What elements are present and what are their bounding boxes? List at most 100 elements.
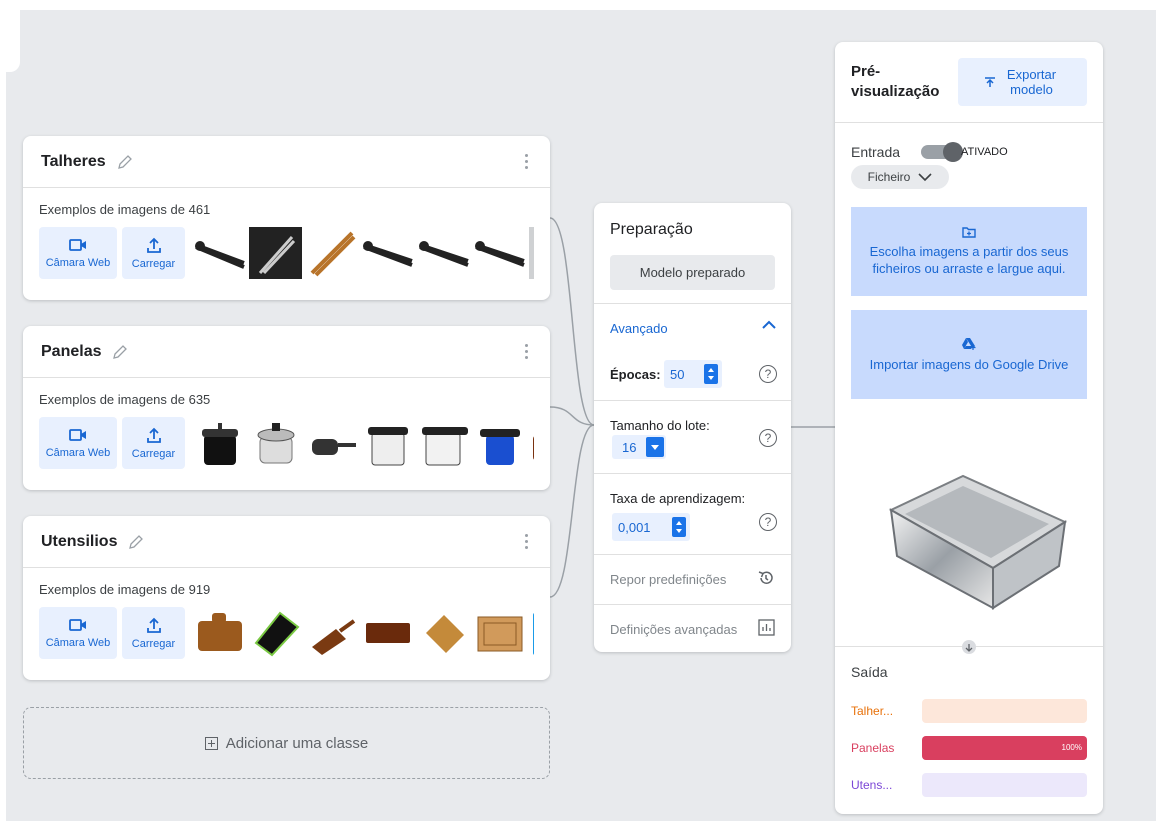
samples-count: Exemplos de imagens de 919	[39, 582, 211, 597]
epochs-input[interactable]: 50	[664, 360, 722, 388]
help-icon[interactable]: ?	[759, 513, 777, 531]
upload-button[interactable]: Carregar	[122, 417, 185, 469]
dropdown-icon[interactable]	[646, 437, 664, 457]
sample-image-tongs-3	[417, 227, 470, 279]
edit-pencil-icon[interactable]	[116, 153, 134, 171]
train-model-button[interactable]: Modelo preparado	[610, 255, 775, 290]
sample-image-cutting-board-wood	[193, 607, 246, 659]
sample-image-partial	[529, 607, 534, 659]
output-row-utensilios: Utens...	[851, 773, 1087, 797]
output-class-label: Talher...	[851, 704, 894, 718]
upload-icon	[146, 617, 161, 633]
class-header: Utensilios	[23, 516, 550, 568]
upload-icon	[146, 427, 161, 443]
input-toggle[interactable]	[921, 142, 963, 162]
more-options-icon[interactable]	[525, 344, 528, 359]
upload-icon	[146, 237, 161, 253]
webcam-label: Câmara Web	[45, 256, 111, 269]
confidence-percent: 100%	[1061, 743, 1082, 752]
divider	[594, 303, 791, 304]
more-options-icon[interactable]	[525, 154, 528, 169]
stepper-icon[interactable]	[672, 517, 686, 537]
input-label: Entrada	[851, 144, 901, 160]
confidence-bar	[922, 699, 1087, 723]
stepper-icon[interactable]	[704, 364, 718, 384]
class-name[interactable]: Utensilios	[41, 533, 117, 551]
learning-rate-value: 0,001	[618, 519, 651, 535]
webcam-icon	[69, 428, 86, 441]
bar-chart-icon[interactable]	[758, 619, 775, 636]
class-card-talheres: Talheres Exemplos de imagens de 461 Câma…	[23, 136, 550, 300]
preview-title: Pré-visualização	[851, 63, 940, 100]
sample-image-partial	[529, 417, 534, 469]
upload-button[interactable]: Carregar	[122, 607, 185, 659]
sample-image-pot-with-handle	[305, 417, 358, 469]
divider	[594, 554, 791, 555]
sample-image-pressure-cooker-3	[417, 417, 470, 469]
output-row-talheres: Talher...	[851, 699, 1087, 723]
batch-size-select[interactable]: 16	[612, 435, 666, 459]
google-drive-import-button[interactable]: Importar imagens do Google Drive	[851, 310, 1087, 399]
webcam-button[interactable]: Câmara Web	[39, 417, 117, 469]
class-name[interactable]: Talheres	[41, 153, 106, 171]
batch-size-label: Tamanho do lote:	[610, 418, 710, 433]
class-card-panelas: Panelas Exemplos de imagens de 635 Câmar…	[23, 326, 550, 490]
webcam-button[interactable]: Câmara Web	[39, 227, 117, 279]
export-model-button[interactable]: Exportar modelo	[958, 58, 1087, 106]
samples-count: Exemplos de imagens de 461	[39, 202, 211, 217]
learning-rate-input[interactable]: 0,001	[612, 513, 690, 541]
sample-image-partial	[529, 227, 534, 279]
toggle-state-label: ATIVADO	[961, 146, 1008, 158]
class-header: Panelas	[23, 326, 550, 378]
upload-label: Carregar	[131, 447, 176, 460]
webcam-icon	[69, 618, 86, 631]
training-title: Preparação	[610, 221, 693, 238]
canvas-notch	[6, 10, 20, 72]
sample-image-tongs-dark	[249, 227, 302, 279]
chevron-up-icon[interactable]	[761, 319, 777, 331]
source-select[interactable]: Ficheiro	[851, 165, 949, 189]
folder-add-icon	[962, 227, 976, 238]
divider	[594, 473, 791, 474]
help-icon[interactable]: ?	[759, 429, 777, 447]
file-drop-zone[interactable]: Escolha imagens a partir dos seus fichei…	[851, 207, 1087, 296]
add-class-button[interactable]: Adicionar uma classe	[23, 707, 550, 779]
webcam-label: Câmara Web	[45, 446, 111, 459]
divider	[594, 604, 791, 605]
sample-image-cutting-board-thick	[473, 607, 526, 659]
training-panel: Preparação Modelo preparado Avançado Épo…	[594, 203, 791, 652]
sample-image-cutting-board-light	[417, 607, 470, 659]
reset-history-icon[interactable]	[757, 569, 775, 587]
epochs-value: 50	[670, 366, 685, 382]
export-label: Exportar modelo	[1006, 67, 1057, 97]
add-box-icon	[204, 736, 218, 750]
upload-label: Carregar	[131, 257, 176, 270]
sample-image-cutting-board-black	[249, 607, 302, 659]
reset-defaults-button[interactable]: Repor predefinições	[610, 572, 726, 587]
class-name[interactable]: Panelas	[41, 343, 101, 361]
sample-image-pressure-cooker-2	[361, 417, 414, 469]
sample-image-pressure-cooker-steel	[249, 417, 302, 469]
advanced-toggle[interactable]: Avançado	[610, 321, 668, 336]
webcam-button[interactable]: Câmara Web	[39, 607, 117, 659]
batch-size-value: 16	[622, 439, 637, 455]
webcam-icon	[69, 238, 86, 251]
sample-image-pressure-cooker-black	[193, 417, 246, 469]
file-drop-text: Escolha imagens a partir dos seus fichei…	[869, 244, 1069, 276]
sample-image-tongs-2	[361, 227, 414, 279]
google-drive-text: Importar imagens do Google Drive	[869, 356, 1069, 372]
edit-pencil-icon[interactable]	[127, 533, 145, 551]
confidence-bar	[922, 773, 1087, 797]
arrow-down-icon	[962, 640, 976, 654]
sample-image-pressure-cooker-blue	[473, 417, 526, 469]
google-drive-icon	[962, 337, 976, 350]
sample-image-tongs-4	[473, 227, 526, 279]
help-icon[interactable]: ?	[759, 365, 777, 383]
output-class-label: Utens...	[851, 778, 893, 792]
advanced-settings-button[interactable]: Definições avançadas	[610, 622, 737, 637]
class-card-utensilios: Utensilios Exemplos de imagens de 919 Câ…	[23, 516, 550, 680]
source-select-value: Ficheiro	[867, 170, 911, 184]
upload-button[interactable]: Carregar	[122, 227, 185, 279]
edit-pencil-icon[interactable]	[111, 343, 129, 361]
more-options-icon[interactable]	[525, 534, 528, 549]
